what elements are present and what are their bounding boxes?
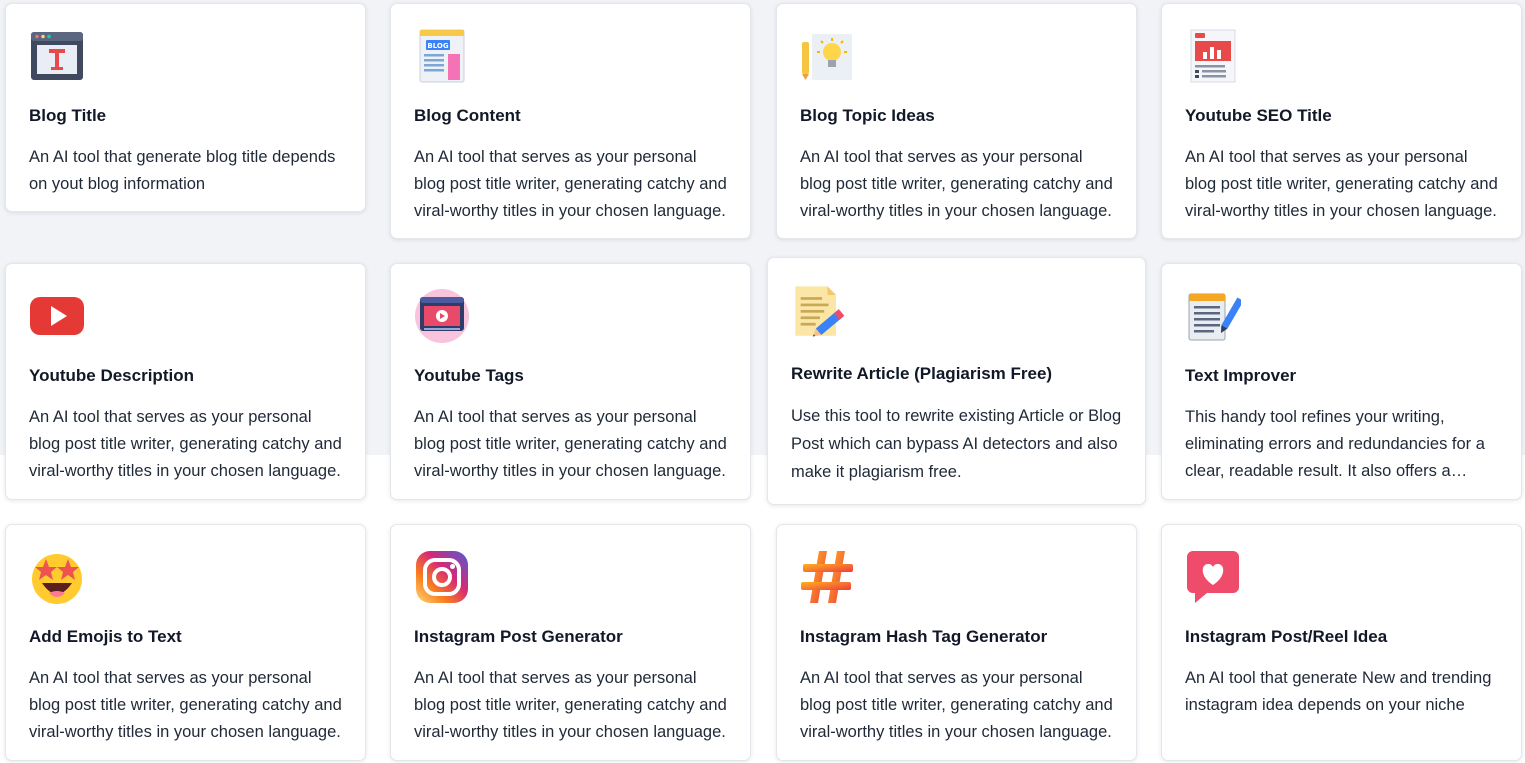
tool-card-title: Blog Topic Ideas bbox=[800, 106, 935, 125]
tool-card-title: Instagram Hash Tag Generator bbox=[800, 627, 1048, 646]
youtube-icon bbox=[29, 288, 85, 344]
tool-card-youtube-tags[interactable]: Youtube Tags An AI tool that serves as y… bbox=[390, 263, 751, 500]
video-player-icon bbox=[414, 288, 470, 344]
svg-text:BLOG: BLOG bbox=[427, 42, 448, 50]
tool-card-title: Rewrite Article (Plagiarism Free) bbox=[791, 364, 1053, 383]
tool-card-youtube-seo-title[interactable]: Youtube SEO Title An AI tool that serves… bbox=[1161, 3, 1522, 239]
tool-card-rewrite-article[interactable]: Rewrite Article (Plagiarism Free) Use th… bbox=[767, 257, 1146, 505]
tool-card-blog-content[interactable]: BLOG Blog Content An AI tool that serves… bbox=[390, 3, 751, 239]
tool-card-description: An AI tool that serves as your personal … bbox=[414, 148, 727, 220]
tool-card-description: An AI tool that serves as your personal … bbox=[800, 148, 1113, 220]
instagram-icon bbox=[414, 549, 470, 605]
document-edit-icon bbox=[791, 280, 851, 340]
tool-card-title: Blog Title bbox=[29, 106, 107, 125]
tool-card-title: Text Improver bbox=[1185, 366, 1297, 385]
tool-card-description: An AI tool that serves as your personal … bbox=[800, 669, 1113, 741]
star-eyes-emoji-icon bbox=[29, 549, 85, 605]
lightbulb-icon bbox=[800, 28, 856, 84]
notepad-pen-icon bbox=[1185, 288, 1241, 344]
tool-card-youtube-description[interactable]: Youtube Description An AI tool that serv… bbox=[5, 263, 366, 500]
tool-card-blog-topic-ideas[interactable]: Blog Topic Ideas An AI tool that serves … bbox=[776, 3, 1137, 239]
tool-card-title: Youtube Tags bbox=[414, 366, 524, 385]
tool-card-description: An AI tool that serves as your personal … bbox=[1185, 148, 1498, 220]
tool-card-blog-title[interactable]: Blog Title An AI tool that generate blog… bbox=[5, 3, 366, 212]
seo-report-icon bbox=[1185, 28, 1241, 84]
tool-card-text-improver[interactable]: Text Improver This handy tool refines yo… bbox=[1161, 263, 1522, 500]
tool-card-description: An AI tool that serves as your personal … bbox=[29, 669, 342, 741]
tool-card-add-emojis[interactable]: Add Emojis to Text An AI tool that serve… bbox=[5, 524, 366, 761]
tool-card-title: Youtube SEO Title bbox=[1185, 106, 1332, 125]
blog-content-icon: BLOG bbox=[414, 28, 470, 84]
tool-card-title: Add Emojis to Text bbox=[29, 627, 182, 646]
tool-card-description: An AI tool that serves as your personal … bbox=[414, 408, 727, 480]
tool-card-title: Instagram Post/Reel Idea bbox=[1185, 627, 1388, 646]
tool-card-description: Use this tool to rewrite existing Articl… bbox=[791, 407, 1122, 481]
blog-title-icon bbox=[29, 28, 85, 84]
tool-card-description: An AI tool that serves as your personal … bbox=[29, 408, 342, 480]
tool-card-description: This handy tool refines your writing, el… bbox=[1185, 408, 1485, 480]
tool-card-instagram-reel-idea[interactable]: Instagram Post/Reel Idea An AI tool that… bbox=[1161, 524, 1522, 761]
tool-card-title: Youtube Description bbox=[29, 366, 194, 385]
tool-card-instagram-post[interactable]: Instagram Post Generator An AI tool that… bbox=[390, 524, 751, 761]
tool-card-title: Blog Content bbox=[414, 106, 521, 125]
tool-card-description: An AI tool that generate blog title depe… bbox=[29, 148, 336, 193]
hashtag-icon bbox=[800, 549, 856, 605]
tool-card-instagram-hashtag[interactable]: Instagram Hash Tag Generator An AI tool … bbox=[776, 524, 1137, 761]
heart-bubble-icon bbox=[1185, 549, 1241, 605]
tool-card-description: An AI tool that serves as your personal … bbox=[414, 669, 727, 741]
tool-card-title: Instagram Post Generator bbox=[414, 627, 623, 646]
tool-card-description: An AI tool that generate New and trendin… bbox=[1185, 669, 1492, 714]
